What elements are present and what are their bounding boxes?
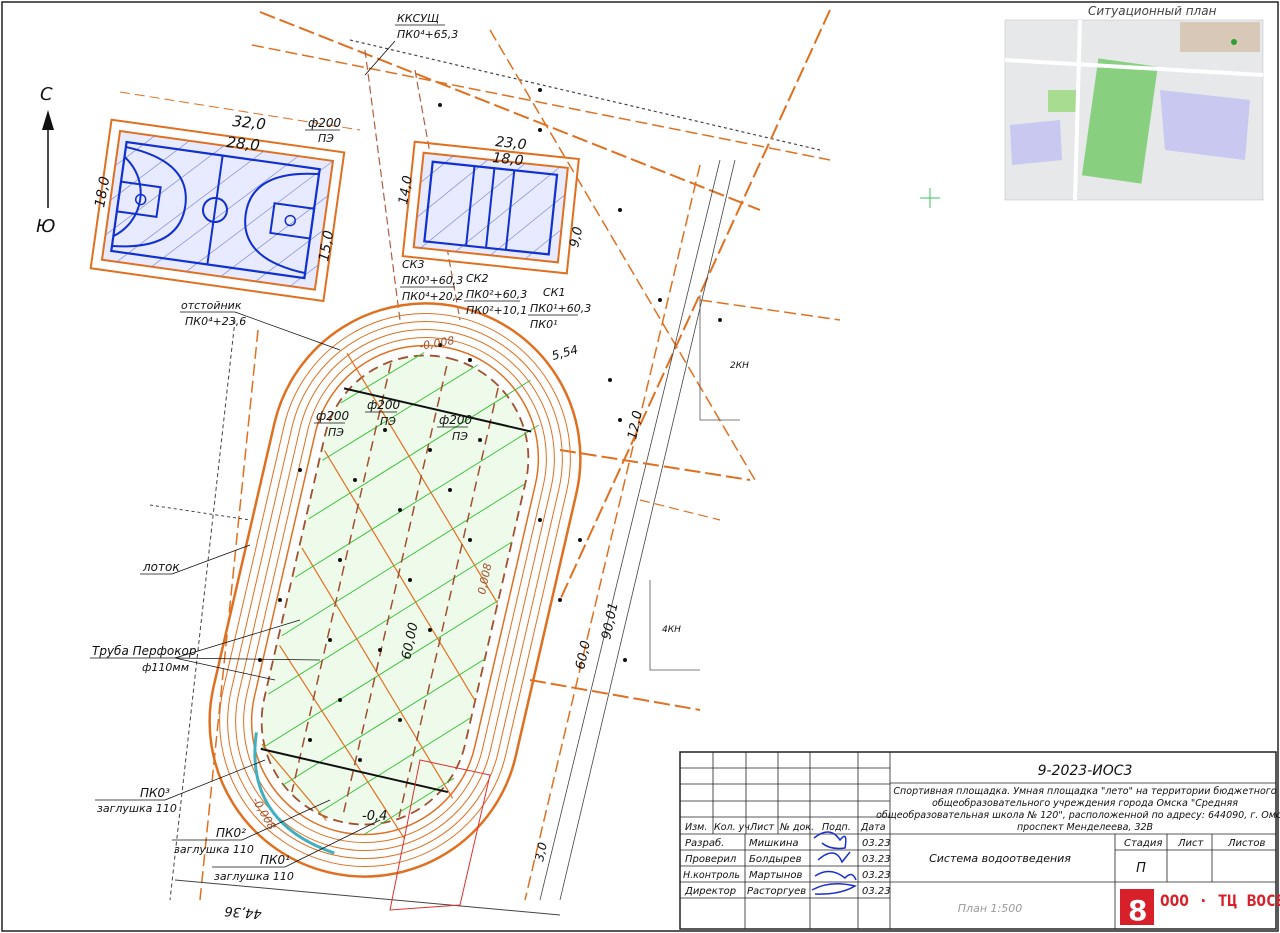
tb-header-date: Дата [860,822,886,833]
tb-header-list: Лист [749,822,775,833]
dim-gap: 3,0 [532,841,550,863]
tb-header-doc: № док. [779,822,814,833]
title-block: 9-2023-ИОС3 Спортивная площадка. Умная п… [679,751,1280,930]
label-kksusch-pk: ПК0⁴+65,3 [397,28,458,41]
dim-step: 5,54 [550,342,579,362]
tb-stage: П [1136,861,1146,876]
label-sk2: СК2 [466,272,489,285]
label-building2: 4КН [662,625,681,635]
tb-role-3: Директор [684,886,736,897]
tb-project-line-1: Спортивная площадка. Умная площадка "лет… [893,786,1276,797]
label-sk1-pk1: ПК0¹+60,3 [530,302,591,315]
situation-plan: Ситуационный план [1004,4,1264,201]
tb-header-izm: Изм. [685,822,707,833]
situation-plan-title: Ситуационный план [1088,4,1217,18]
north-label: С [40,84,53,105]
drawing-sheet: С Ю 32,0 28,0 18,0 15,0 23,0 18,0 14,0 9… [1,1,1280,932]
tb-project-line-4: проспект Менделеева, 32В [1017,822,1153,833]
volleyball-court [401,140,580,275]
north-arrow: С Ю [36,84,55,237]
label-perfokor-d: ф110мм [142,661,189,674]
dim-track-total: 90,01 [599,601,621,641]
tb-name-0: Мишкина [749,838,798,849]
label-sk1-pk2: ПК0¹ [530,318,558,331]
crosshair-mark [920,188,940,208]
label-slope1: -0,008 [418,334,455,353]
tb-name-2: Мартынов [749,870,802,881]
label-sk3-pk2: ПК0⁴+20,2 [402,290,463,303]
tb-sheets-header: Листов [1227,838,1265,849]
company-name: ООО · ТЦ ВОСЕМЬ [1160,891,1280,910]
dim-volley-inner-width: 18,0 [492,150,525,169]
tb-date-2: 03.23 [862,870,891,881]
tb-header-kol: Кол. уч [714,822,750,833]
tb-role-1: Проверил [685,854,737,865]
label-pipe4-mat: ПЭ [452,430,468,443]
label-pipe1-mat: ПЭ [318,132,334,145]
label-pk02: ПК0² [216,826,246,840]
tb-name-1: Болдырев [749,854,802,865]
label-lotok: лоток [142,560,180,574]
label-sk2-pk1: ПК0²+60,3 [466,288,527,301]
label-pipe3-mat: ПЭ [380,415,396,428]
tb-system: Система водоотведения [929,852,1071,865]
label-sk2-pk2: ПК0²+10,1 [466,304,527,317]
label-pipe3: ф200 [367,398,401,412]
label-pipe2: ф200 [316,409,350,423]
label-pk03: ПК0³ [140,786,170,800]
label-plug3: заглушка 110 [214,870,294,883]
dim-track-bottom: 44,36 [224,903,262,921]
label-sk3-pk1: ПК0³+60,3 [402,274,463,287]
label-building1: 2КН [730,361,749,371]
label-sk3: СК3 [402,258,425,271]
tb-project-line-2: общеобразовательного учреждения города О… [932,798,1238,809]
dim-volley-height: 14,0 [396,175,416,206]
tb-date-3: 03.23 [862,886,891,897]
tb-date-0: 03.23 [862,838,891,849]
label-plug1: заглушка 110 [97,802,177,815]
south-label: Ю [36,216,55,237]
label-pipe1: ф200 [308,116,342,130]
label-pipe4: ф200 [439,413,473,427]
svg-text:8: 8 [1128,894,1147,927]
dim-volley-height-2: 9,0 [567,225,586,248]
label-plug2: заглушка 110 [174,843,254,856]
dim-court-outer-width: 32,0 [232,112,267,133]
label-otstoynik: отстойник [181,299,242,312]
basketball-court [89,118,346,303]
tb-role-2: Н.контроль [683,870,740,881]
tb-date-1: 03.23 [862,854,891,865]
tb-project-line-3: общеобразовательная школа № 120", распол… [876,810,1280,821]
label-slope4: -0,4 [362,809,387,824]
tb-stage-header: Стадия [1124,838,1162,849]
dim-track-length-2: 60,0 [573,639,594,670]
tb-sheet-header: Лист [1177,838,1205,849]
tb-plan-scale: План 1:500 [958,902,1022,915]
label-otstoynik-pk: ПК0⁴+23,6 [185,315,246,328]
label-kksusch: ККСУЩ [397,12,439,25]
label-sk1: СК1 [543,286,566,299]
label-pipe2-mat: ПЭ [328,426,344,439]
dim-court-inner-width: 28,0 [226,133,261,154]
label-pk01: ПК0¹ [260,853,290,867]
tb-name-3: Расторгуев [747,886,806,897]
dim-track-side: 12,0 [625,409,646,440]
tb-code: 9-2023-ИОС3 [1038,763,1133,779]
tb-role-0: Разраб. [685,837,724,849]
